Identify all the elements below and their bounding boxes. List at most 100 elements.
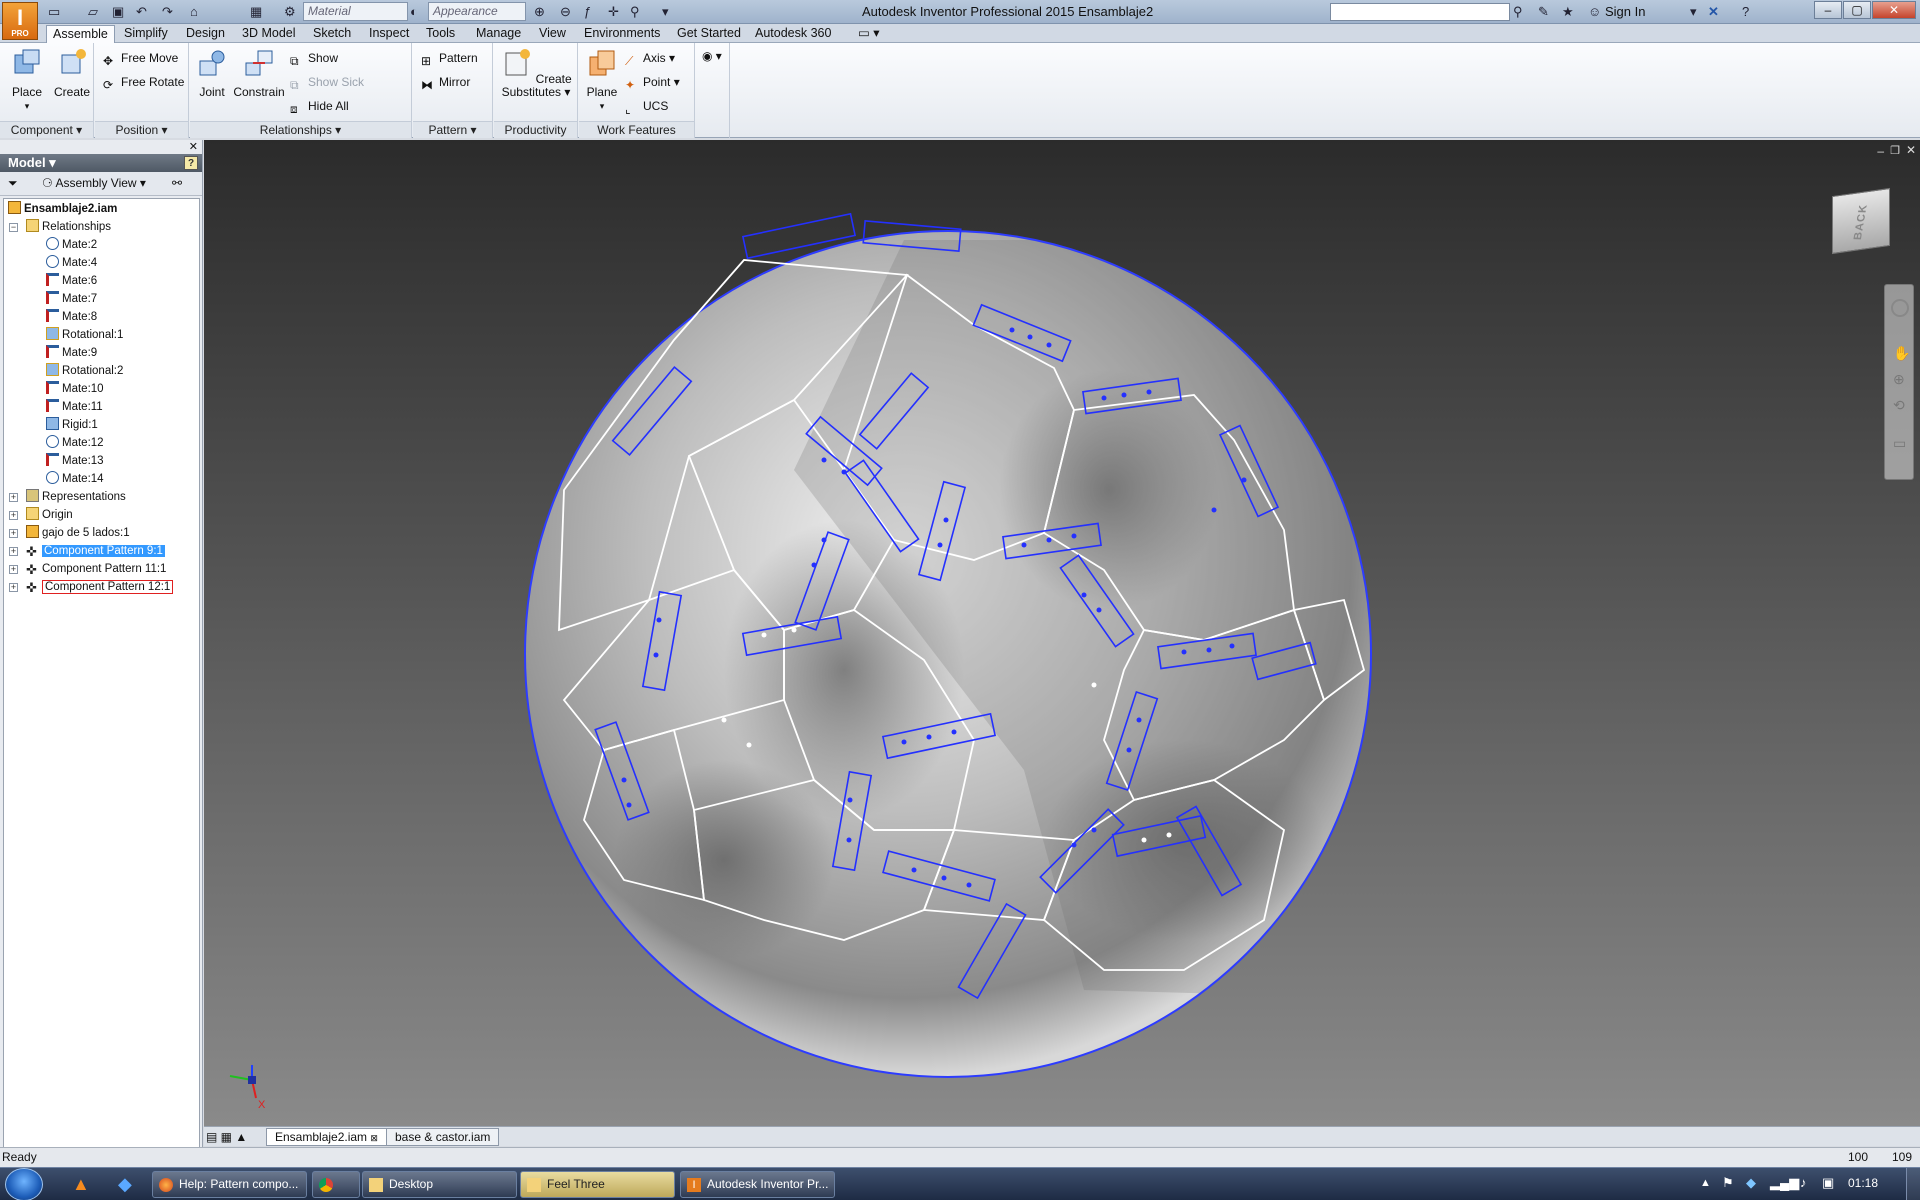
constrain-button[interactable]: Constrain (232, 47, 286, 99)
find-binoculars-icon[interactable]: ⚯ (172, 172, 182, 194)
part-expand-icon[interactable]: + (9, 529, 18, 538)
steering-wheel-icon[interactable] (1891, 299, 1909, 317)
tab-sketch[interactable]: Sketch (307, 25, 357, 43)
tree-constraint[interactable]: Mate:14 (46, 471, 104, 488)
panel-label-relationships[interactable]: Relationships ▾ (190, 121, 411, 138)
tree-constraint[interactable]: Mate:4 (46, 255, 97, 272)
viewport-minimize-icon[interactable]: – (1877, 144, 1884, 158)
save-icon[interactable]: ▣ (112, 3, 124, 21)
viewcube[interactable]: BACK (1832, 187, 1890, 255)
help-search-input[interactable] (1330, 3, 1510, 21)
tree-component-pattern[interactable]: ✜ Component Pattern 12:1 (26, 579, 174, 596)
pan-hand-icon[interactable]: ✋ (1893, 345, 1910, 362)
tree-component-pattern[interactable]: ✜ Component Pattern 11:1 (26, 561, 166, 578)
orbit-icon[interactable]: ⟲ (1893, 397, 1905, 414)
tree-constraint[interactable]: Mate:12 (46, 435, 104, 452)
tray-app-icon[interactable]: ▣ (1822, 1175, 1834, 1191)
doc-tab-close-icon[interactable]: ⊠ (370, 1133, 378, 1143)
tree-constraint[interactable]: Rotational:2 (46, 363, 123, 380)
dropbox-tray-icon[interactable]: ◆ (1746, 1175, 1756, 1191)
tree-constraint[interactable]: Mate:6 (46, 273, 97, 290)
filter-icon[interactable]: ⏷ (8, 172, 18, 194)
viewport-close-icon[interactable]: ✕ (1906, 143, 1916, 157)
application-menu-button[interactable]: I PRO (2, 2, 38, 40)
tab-3d-model[interactable]: 3D Model (236, 25, 302, 43)
binoculars-icon[interactable]: ⚲ (1513, 3, 1523, 21)
taskbar-item-chrome[interactable] (312, 1171, 360, 1198)
tab-tools[interactable]: Tools (420, 25, 461, 43)
tab-autodesk-360[interactable]: Autodesk 360 (749, 25, 837, 43)
representations-expand-icon[interactable]: + (9, 493, 18, 502)
tree-representations[interactable]: Representations (26, 489, 126, 506)
communication-icon[interactable]: ✎ (1538, 3, 1549, 21)
taskbar-item-desktop[interactable]: Desktop (362, 1171, 517, 1198)
tree-constraint[interactable]: Mate:2 (46, 237, 97, 254)
tree-constraint[interactable]: Mate:9 (46, 345, 97, 362)
tree-constraint[interactable]: Mate:11 (46, 399, 103, 416)
material-dropdown[interactable]: Material (303, 2, 408, 21)
action-center-flag-icon[interactable]: ⚑ (1722, 1175, 1734, 1191)
close-button[interactable]: ✕ (1872, 1, 1916, 19)
doc-tab-ensamblaje2[interactable]: Ensamblaje2.iam ⊠ (266, 1128, 387, 1146)
browser-help-icon[interactable]: ? (184, 156, 198, 170)
panel-label-position[interactable]: Position ▾ (95, 121, 188, 138)
dropbox-icon[interactable]: ◆ (118, 1174, 132, 1195)
panel-label-productivity[interactable]: Productivity (494, 121, 577, 138)
tree-constraint[interactable]: Mate:8 (46, 309, 97, 326)
tree-part[interactable]: gajo de 5 lados:1 (26, 525, 130, 542)
zoom-icon[interactable]: ⊖ (560, 3, 571, 21)
show-button[interactable]: ⧉ Show (290, 49, 338, 68)
tile-layout-icon[interactable]: ▤ ▦ ▲ (206, 1130, 247, 1144)
appearance-dropdown[interactable]: Appearance (428, 2, 526, 21)
tree-constraint[interactable]: Rotational:1 (46, 327, 123, 344)
place-button[interactable]: Place ▾ (8, 47, 46, 113)
taskbar-clock[interactable]: 01:18 (1848, 1176, 1878, 1190)
point-button[interactable]: ✦ Point ▾ (625, 73, 680, 92)
tree-component-pattern[interactable]: ✜ Component Pattern 9:1 (26, 543, 165, 560)
joint-button[interactable]: Joint (194, 47, 230, 99)
ribbon-display-chevron-icon[interactable]: ▭ ▾ (852, 25, 886, 43)
panel-label-pattern[interactable]: Pattern ▾ (413, 121, 492, 138)
vlc-icon[interactable]: ▲ (72, 1174, 90, 1195)
free-rotate-button[interactable]: ⟳ Free Rotate (103, 73, 184, 92)
tree-constraint[interactable]: Mate:13 (46, 453, 104, 470)
tab-manage[interactable]: Manage (470, 25, 527, 43)
redo-icon[interactable]: ↷ (162, 3, 173, 21)
pattern-button[interactable]: ⊞ Pattern (421, 49, 478, 68)
zoom-icon[interactable]: ⊕ (1893, 371, 1905, 388)
tree-constraint[interactable]: Rigid:1 (46, 417, 98, 434)
volume-icon[interactable]: ♪ (1800, 1175, 1807, 1190)
undo-icon[interactable]: ↶ (136, 3, 147, 21)
taskbar-item-feel-three[interactable]: Feel Three (520, 1171, 675, 1198)
show-desktop-button[interactable] (1906, 1168, 1920, 1200)
customize-chevron-down-icon[interactable]: ▾ (662, 3, 669, 21)
assembly-view-dropdown[interactable]: ⚆ Assembly View ▾ (42, 172, 146, 194)
mirror-button[interactable]: ⧓ Mirror (421, 73, 470, 92)
pattern-expand-icon[interactable]: + (9, 547, 18, 556)
taskbar-item-help[interactable]: Help: Pattern compo... (152, 1171, 307, 1198)
panel-label-component[interactable]: Component ▾ (0, 121, 93, 138)
show-sick-button[interactable]: ⧉ Show Sick (290, 73, 364, 92)
create-substitutes-button[interactable]: Create Substitutes ▾ (498, 47, 574, 99)
pattern-expand-icon[interactable]: + (9, 583, 18, 592)
new-icon[interactable]: ▭ (48, 3, 60, 21)
pattern-expand-icon[interactable]: + (9, 565, 18, 574)
origin-expand-icon[interactable]: + (9, 511, 18, 520)
update-icon[interactable]: ⚙ (284, 3, 296, 21)
tab-simplify[interactable]: Simplify (118, 25, 174, 43)
viewport-restore-icon[interactable]: ❐ (1890, 144, 1900, 157)
home-icon[interactable]: ⌂ (190, 3, 198, 21)
doc-tab-base-castor[interactable]: base & castor.iam (386, 1128, 500, 1146)
sign-in-chevron-down-icon[interactable]: ▾ (1690, 3, 1697, 21)
ribbon-overflow-chevron-down-icon[interactable]: ◉ ▾ (702, 47, 722, 65)
hide-all-button[interactable]: ⧈ Hide All (290, 97, 349, 116)
tab-assemble[interactable]: Assemble (46, 25, 115, 43)
browser-title[interactable]: Model (8, 155, 46, 170)
tools-icon[interactable]: ⚲ (630, 3, 640, 21)
tree-origin[interactable]: Origin (26, 507, 73, 524)
free-move-button[interactable]: ✥ Free Move (103, 49, 178, 68)
start-button[interactable] (5, 1168, 43, 1200)
minimize-button[interactable]: – (1814, 1, 1842, 19)
sign-in-link[interactable]: Sign In (1605, 4, 1645, 19)
plane-button[interactable]: Plane ▾ (583, 47, 621, 113)
